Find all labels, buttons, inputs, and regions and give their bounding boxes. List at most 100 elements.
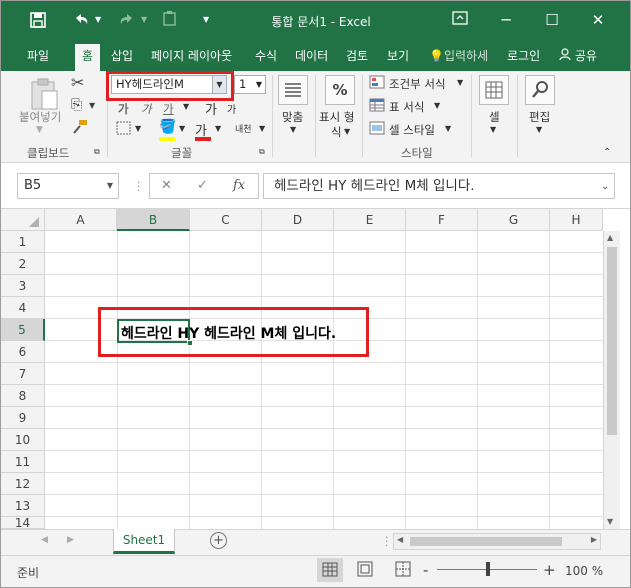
format-table-icon[interactable] (369, 98, 385, 115)
row-header[interactable]: 2 (1, 253, 45, 275)
tab-split-grip-icon[interactable]: ⋮ (381, 534, 393, 548)
row-header[interactable]: 7 (1, 363, 45, 385)
row-header[interactable]: 11 (1, 451, 45, 473)
cell-style-dropdown-icon[interactable]: ▼ (445, 124, 451, 133)
tab-insert[interactable]: 삽입 (111, 47, 133, 69)
shrink-font-button[interactable]: 가 (227, 101, 236, 116)
vertical-scrollbar[interactable]: ▲ ▼ (603, 231, 620, 529)
italic-button[interactable]: 가 (141, 101, 152, 117)
scroll-down-icon[interactable]: ▼ (607, 517, 613, 526)
tab-data[interactable]: 데이터 (295, 47, 328, 69)
scroll-left-icon[interactable]: ◀ (397, 535, 403, 544)
phonetic-button[interactable]: 내천 (235, 122, 252, 135)
row-header[interactable]: 6 (1, 341, 45, 363)
font-color-dropdown-icon[interactable]: ▼ (215, 124, 221, 133)
undo-dropdown-icon[interactable]: ▼ (95, 15, 101, 24)
column-header[interactable]: F (406, 209, 478, 231)
underline-button[interactable]: 가 (163, 101, 174, 117)
save-icon[interactable] (29, 11, 47, 33)
insert-function-icon[interactable]: fx (233, 178, 245, 193)
number-format-label-2[interactable]: 식 (331, 124, 342, 140)
zoom-out-button[interactable]: - (423, 561, 428, 579)
column-header[interactable]: B (117, 209, 190, 231)
font-launcher-icon[interactable]: ⧉ (259, 147, 265, 157)
tab-review[interactable]: 검토 (346, 47, 368, 69)
row-header[interactable]: 14 (1, 517, 45, 529)
copy-icon[interactable]: ⎘ (71, 97, 82, 113)
cell-style-button[interactable]: 셀 스타일 (389, 122, 435, 138)
cut-icon[interactable]: ✂ (71, 73, 84, 92)
tab-formulas[interactable]: 수식 (255, 47, 277, 69)
tab-page-layout[interactable]: 페이지 레이아웃 (151, 47, 232, 69)
number-format-label[interactable]: 표시 형 (319, 109, 354, 125)
border-icon[interactable] (116, 121, 132, 138)
customize-icon[interactable] (161, 10, 181, 32)
copy-dropdown-icon[interactable]: ▼ (89, 101, 95, 110)
share-button[interactable]: 공유 (559, 47, 597, 69)
conditional-format-button[interactable]: 조건부 서식 (389, 76, 446, 92)
alignment-dropdown-icon[interactable]: ▼ (290, 125, 296, 134)
qat-customize-icon[interactable]: ▼ (203, 15, 209, 24)
editing-dropdown-icon[interactable]: ▼ (536, 125, 542, 134)
collapse-ribbon-icon[interactable]: ⌃ (603, 147, 611, 158)
tab-home[interactable]: 홈 (75, 44, 101, 71)
undo-icon[interactable] (71, 10, 91, 32)
editing-label[interactable]: 편집 (529, 109, 550, 125)
format-painter-icon[interactable] (71, 119, 89, 138)
worksheet-grid[interactable]: A B C D E F G H 1 2 3 4 5 6 7 8 9 10 11 … (1, 209, 630, 529)
cell-style-icon[interactable] (369, 121, 385, 138)
font-size-combo[interactable]: 1 ▼ (234, 75, 266, 94)
row-header[interactable]: 13 (1, 495, 45, 517)
border-dropdown-icon[interactable]: ▼ (135, 124, 141, 133)
expand-formula-icon[interactable]: ⌄ (601, 181, 609, 192)
redo-icon[interactable] (117, 10, 137, 32)
row-header[interactable]: 1 (1, 231, 45, 253)
sheet-prev-icon[interactable]: ◀ (41, 535, 48, 545)
clipboard-icon[interactable] (27, 77, 61, 111)
clipboard-launcher-icon[interactable]: ⧉ (94, 147, 100, 157)
add-sheet-button[interactable]: + (210, 532, 227, 549)
sheet-next-icon[interactable]: ▶ (67, 535, 74, 545)
format-table-dropdown-icon[interactable]: ▼ (434, 101, 440, 110)
minimize-button[interactable]: ─ (495, 9, 517, 31)
fill-color-icon[interactable]: 🪣 (159, 119, 176, 135)
horizontal-scrollbar[interactable]: ◀ ▶ (393, 533, 601, 550)
tab-file[interactable]: 파일 (27, 47, 49, 69)
row-header[interactable]: 9 (1, 407, 45, 429)
column-header[interactable]: D (262, 209, 334, 231)
number-dropdown-icon[interactable]: ▼ (344, 127, 350, 136)
column-header[interactable]: E (334, 209, 406, 231)
column-header[interactable]: C (190, 209, 262, 231)
column-header[interactable]: A (45, 209, 117, 231)
magnifier-icon[interactable] (525, 75, 555, 105)
cancel-icon[interactable]: ✕ (161, 178, 172, 193)
zoom-in-button[interactable]: + (543, 561, 556, 579)
horizontal-scroll-thumb[interactable] (410, 537, 562, 546)
maximize-button[interactable]: ☐ (541, 9, 563, 31)
font-size-dropdown-icon[interactable]: ▼ (256, 76, 262, 93)
zoom-level[interactable]: 100 % (565, 564, 603, 578)
paste-label[interactable]: 붙여넣기 (19, 109, 61, 125)
alignment-label[interactable]: 맞춤 (282, 109, 303, 125)
ribbon-display-icon[interactable] (449, 9, 471, 31)
row-header[interactable]: 4 (1, 297, 45, 319)
bold-button[interactable]: 가 (118, 101, 129, 117)
percent-icon[interactable]: % (325, 75, 355, 105)
row-header[interactable]: 3 (1, 275, 45, 297)
enter-icon[interactable]: ✓ (197, 178, 208, 193)
scroll-up-icon[interactable]: ▲ (607, 233, 613, 242)
page-break-view-icon[interactable] (394, 561, 412, 580)
zoom-slider-thumb[interactable] (486, 562, 490, 576)
underline-dropdown-icon[interactable]: ▼ (183, 102, 189, 111)
cells-icon[interactable] (479, 75, 509, 105)
sheet-tab-sheet1[interactable]: Sheet1 (113, 529, 175, 554)
phonetic-dropdown-icon[interactable]: ▼ (259, 124, 265, 133)
scroll-thumb[interactable] (607, 247, 617, 435)
tab-view[interactable]: 보기 (387, 47, 409, 69)
page-layout-view-icon[interactable] (356, 561, 374, 580)
alignment-icon[interactable] (278, 75, 308, 105)
grow-font-button[interactable]: 가 (205, 99, 217, 118)
row-header[interactable]: 8 (1, 385, 45, 407)
normal-view-button[interactable] (317, 558, 343, 582)
scroll-right-icon[interactable]: ▶ (591, 535, 597, 544)
